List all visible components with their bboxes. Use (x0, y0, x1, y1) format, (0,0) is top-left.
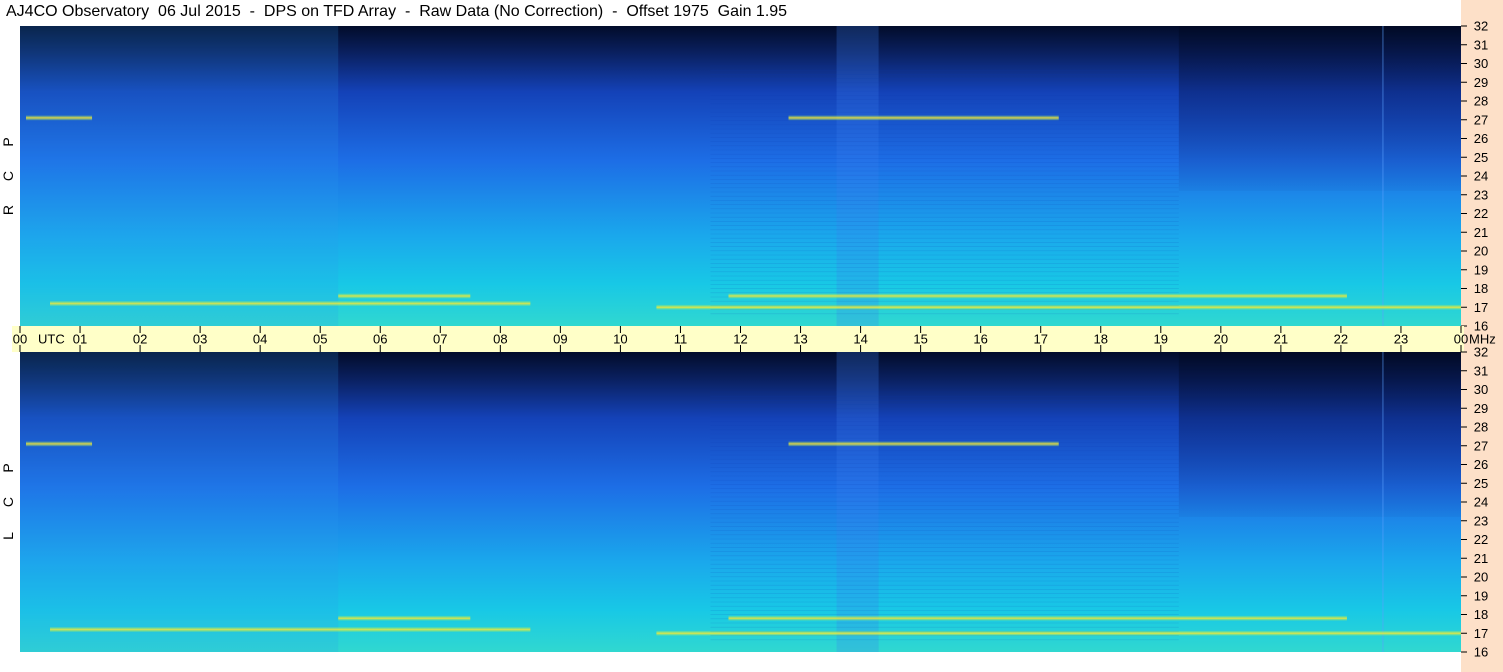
time-tick-label: 18 (1094, 332, 1108, 347)
rcp-freq-tick-label: 25 (1474, 150, 1488, 165)
time-tick-label: 21 (1274, 332, 1288, 347)
spectrogram-figure: 32 31 30 29 28 27 26 25 24 23 22 21 20 19 18 17 16 R C P 0… (0, 0, 1503, 672)
time-tick-label: 20 (1214, 332, 1228, 347)
lcp-freq-tick-label: 19 (1474, 588, 1488, 603)
lcp-freq-tick-label: 26 (1474, 457, 1488, 472)
time-tick-label: 22 (1334, 332, 1348, 347)
rcp-freq-tick-label: 19 (1474, 262, 1488, 277)
rcp-pol-letter: C (0, 171, 16, 181)
time-tick-label: 07 (433, 332, 447, 347)
rcp-freq-tick-label: 30 (1474, 56, 1488, 71)
rcp-freq-tick-label: 20 (1474, 244, 1488, 259)
rcp-freq-tick-label: 23 (1474, 187, 1488, 202)
time-tick-label: 23 (1394, 332, 1408, 347)
rcp-freq-tick-label: 31 (1474, 37, 1488, 52)
lcp-freq-tick-label: 29 (1474, 401, 1488, 416)
time-tick-label: 02 (133, 332, 147, 347)
rcp-freq-tick-label: 18 (1474, 281, 1488, 296)
lcp-band-1 (338, 615, 471, 621)
lcp-freq-tick-label: 32 (1474, 345, 1488, 360)
lcp-band-0 (50, 627, 531, 632)
rcp-pol-letter: R (0, 205, 16, 215)
rcp-pol-letter: P (0, 137, 16, 146)
rcp-panel: 3231302928272625242322212019181716 RCP (0, 19, 1488, 334)
lcp-freq-tick-label: 30 (1474, 382, 1488, 397)
time-tick-label: 03 (193, 332, 207, 347)
time-tick-label: 00 (1454, 332, 1468, 347)
time-tick-label: 01 (73, 332, 87, 347)
lcp-panel: 32 31 30 29 28 27 26 25 24 23 22 21 20 19 18 17 16 L C P (0, 345, 1488, 660)
time-tick-label: 09 (553, 332, 567, 347)
lcp-band-5 (26, 441, 93, 447)
time-tick-label: 04 (253, 332, 267, 347)
rcp-freq-tick-label: 24 (1474, 169, 1488, 184)
time-tick-label: 17 (1033, 332, 1047, 347)
lcp-pol-letter: L (0, 532, 16, 540)
rcp-overlay-dark (1178, 26, 1461, 191)
rcp-overlay-column (836, 26, 879, 326)
time-unit-label: UTC (38, 332, 65, 347)
time-tick-label: 15 (913, 332, 927, 347)
lcp-freq-tick-label: 22 (1474, 532, 1488, 547)
rcp-freq-tick-label: 26 (1474, 131, 1488, 146)
lcp-freq-tick-label: 17 (1474, 626, 1488, 641)
time-tick-label: 13 (793, 332, 807, 347)
time-tick-label: 16 (973, 332, 987, 347)
lcp-band-2 (728, 615, 1347, 621)
time-tick-label: 06 (373, 332, 387, 347)
rcp-freq-tick-label: 21 (1474, 225, 1488, 240)
lcp-freq-tick-label: 16 (1474, 645, 1488, 660)
rcp-freq-tick-label: 27 (1474, 112, 1488, 127)
rcp-freq-tick-label: 29 (1474, 75, 1488, 90)
lcp-freq-tick-label: 23 (1474, 513, 1488, 528)
rcp-band-5 (26, 115, 93, 121)
rcp-band-0 (50, 301, 531, 306)
lcp-freq-tick-label: 21 (1474, 551, 1488, 566)
lcp-freq-tick-label: 27 (1474, 438, 1488, 453)
lcp-freq-tick-label: 28 (1474, 420, 1488, 435)
rcp-overlay-night (20, 26, 339, 326)
lcp-overlay-column (836, 352, 879, 652)
time-tick-label: 05 (313, 332, 327, 347)
rcp-band-2 (728, 293, 1347, 299)
lcp-freq-tick-label: 25 (1474, 476, 1488, 491)
time-tick-label: 00 (13, 332, 27, 347)
rcp-band-1 (338, 293, 471, 299)
rcp-freq-tick-label: 22 (1474, 206, 1488, 221)
time-tick-label: 14 (853, 332, 867, 347)
lcp-freq-tick-label: 31 (1474, 363, 1488, 378)
lcp-overlay-dark (1178, 352, 1461, 517)
lcp-overlay-night (20, 352, 339, 652)
time-tick-label: 19 (1154, 332, 1168, 347)
lcp-freq-tick-label: 20 (1474, 570, 1488, 585)
lcp-freq-tick-label: 18 (1474, 607, 1488, 622)
lcp-band-3 (656, 630, 1461, 636)
time-tick-label: 11 (674, 332, 688, 347)
time-tick-label: 08 (493, 332, 507, 347)
lcp-band-4 (788, 441, 1059, 447)
rcp-freq-tick-label: 17 (1474, 300, 1488, 315)
rcp-band-4 (788, 115, 1059, 121)
rcp-freq-tick-label: 28 (1474, 94, 1488, 109)
lcp-pol-letter: C (0, 497, 16, 507)
time-tick-label: 12 (733, 332, 747, 347)
rcp-band-3 (656, 304, 1461, 310)
rcp-freq-tick-label: 32 (1474, 19, 1488, 34)
time-tick-label: 10 (613, 332, 627, 347)
lcp-freq-tick-label: 24 (1474, 495, 1488, 510)
lcp-pol-letter: P (0, 463, 16, 472)
